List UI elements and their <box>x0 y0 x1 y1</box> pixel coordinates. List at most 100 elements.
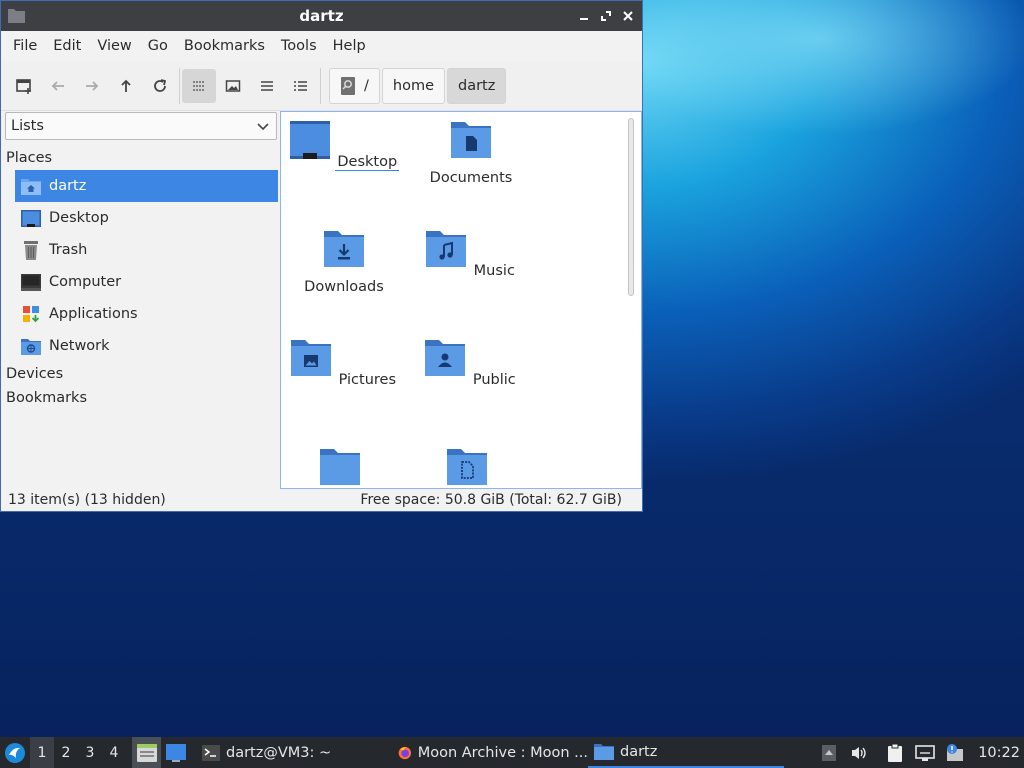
applications-icon <box>20 304 41 325</box>
clock[interactable]: 10:22 <box>970 745 1024 761</box>
sidebar-item-label: Applications <box>49 306 138 322</box>
terminal-icon <box>202 744 220 761</box>
task-firefox[interactable]: Moon Archive : Moon ... <box>392 737 588 768</box>
sidebar-item-label: Desktop <box>49 210 109 226</box>
desktop-switch-1[interactable]: 1 <box>30 737 54 768</box>
updates-button[interactable] <box>940 737 970 768</box>
toolbar-separator <box>179 67 180 104</box>
file-item-templates[interactable] <box>411 447 531 488</box>
folder-view[interactable]: Desktop Documents Downloads Music Pictur… <box>280 111 642 489</box>
menu-file[interactable]: File <box>5 38 45 54</box>
compact-view-button[interactable] <box>250 69 284 103</box>
menu-go[interactable]: Go <box>140 38 176 54</box>
volume-button[interactable] <box>844 737 874 768</box>
path-segment-home[interactable]: home <box>381 67 445 104</box>
menu-edit[interactable]: Edit <box>45 38 89 54</box>
section-bookmarks[interactable]: Bookmarks <box>5 386 278 410</box>
reload-button[interactable] <box>143 69 177 103</box>
system-tray: 10:22 <box>814 737 1024 768</box>
path-bar: / home dartz <box>329 67 507 104</box>
vertical-scrollbar[interactable] <box>628 118 634 296</box>
side-pane-mode-label: Lists <box>11 118 44 134</box>
desktop-switch-3[interactable]: 3 <box>78 737 102 768</box>
sidebar-item-network[interactable]: Network <box>15 330 278 362</box>
file-item-downloads[interactable]: Downloads <box>284 229 404 295</box>
title-bar[interactable]: dartz <box>1 1 642 31</box>
file-manager-icon <box>136 743 157 762</box>
task-file-manager[interactable]: dartz <box>588 737 784 768</box>
file-item-pictures[interactable]: Pictures <box>284 338 404 388</box>
home-folder-icon <box>20 176 41 197</box>
file-item-label: Public <box>472 372 516 388</box>
task-label: dartz <box>620 743 658 760</box>
music-folder-icon <box>426 231 467 267</box>
path-segment-dartz[interactable]: dartz <box>447 67 507 104</box>
menu-help[interactable]: Help <box>325 38 374 54</box>
volume-icon <box>852 746 866 759</box>
documents-folder-icon <box>451 122 491 158</box>
menu-tools[interactable]: Tools <box>273 38 325 54</box>
file-manager-launcher[interactable] <box>132 737 161 768</box>
window-title: dartz <box>299 7 344 25</box>
icon-view-button[interactable] <box>182 68 216 103</box>
file-item-label: Pictures <box>338 372 397 388</box>
file-item-label: Documents <box>429 170 513 186</box>
network-status-button[interactable] <box>910 737 940 768</box>
file-item-public[interactable]: Public <box>411 338 531 388</box>
menu-bookmarks[interactable]: Bookmarks <box>176 38 273 54</box>
path-root-button[interactable]: / <box>329 67 380 104</box>
reload-icon <box>154 78 167 92</box>
menu-bar: File Edit View Go Bookmarks Tools Help <box>1 31 642 61</box>
desktop-switch-4[interactable]: 4 <box>102 737 126 768</box>
desktop-folder-icon <box>289 121 330 159</box>
section-places[interactable]: Places <box>5 146 278 170</box>
sidebar-item-trash[interactable]: Trash <box>15 234 278 266</box>
taskbar: 1 2 3 4 dartz@VM3: ~ Moon Archive : Moon… <box>0 737 1024 768</box>
downloads-folder-icon <box>324 231 364 267</box>
network-icon <box>20 336 41 357</box>
sidebar-item-label: dartz <box>49 178 87 194</box>
show-desktop-launcher[interactable] <box>161 737 190 768</box>
sidebar-item-desktop[interactable]: Desktop <box>15 202 278 234</box>
file-item-desktop[interactable]: Desktop <box>284 120 404 171</box>
maximize-button[interactable] <box>598 7 614 25</box>
file-item-label: Downloads <box>304 279 384 295</box>
file-item-folder[interactable] <box>284 447 404 488</box>
task-terminal[interactable]: dartz@VM3: ~ <box>196 737 392 768</box>
sidebar-item-dartz[interactable]: dartz <box>15 170 278 202</box>
tray-toggle-button[interactable] <box>814 737 844 768</box>
status-bar: 13 item(s) (13 hidden) Free space: 50.8 … <box>1 489 642 511</box>
thumbnail-view-button[interactable] <box>216 69 250 103</box>
up-button[interactable] <box>109 69 143 103</box>
file-item-documents[interactable]: Documents <box>411 120 531 186</box>
clipboard-button[interactable] <box>880 737 910 768</box>
close-button[interactable] <box>620 7 636 25</box>
sidebar-item-computer[interactable]: Computer <box>15 266 278 298</box>
desktop-switch-2[interactable]: 2 <box>54 737 78 768</box>
sidebar-item-applications[interactable]: Applications <box>15 298 278 330</box>
back-button[interactable] <box>41 69 75 103</box>
section-devices[interactable]: Devices <box>5 362 278 386</box>
forward-button[interactable] <box>75 69 109 103</box>
file-item-label: Music <box>473 263 515 279</box>
computer-icon <box>20 272 41 293</box>
sidebar-item-label: Network <box>49 338 110 354</box>
side-pane-mode-select[interactable]: Lists <box>5 112 277 140</box>
folder-icon <box>319 449 360 485</box>
folder-icon <box>8 9 25 23</box>
path-root-label: / <box>364 77 369 94</box>
file-item-label: Desktop <box>335 154 400 171</box>
free-space: Free space: 50.8 GiB (Total: 62.7 GiB) <box>360 492 622 508</box>
start-menu-button[interactable] <box>0 737 30 768</box>
file-item-music[interactable]: Music <box>411 229 531 279</box>
new-tab-icon <box>16 78 31 94</box>
minimize-button[interactable] <box>576 7 592 25</box>
back-arrow-icon <box>51 80 64 91</box>
thumbnail-view-icon <box>225 79 241 92</box>
menu-view[interactable]: View <box>89 38 139 54</box>
chevron-down-icon <box>257 123 269 131</box>
pictures-folder-icon <box>290 340 331 376</box>
new-tab-button[interactable] <box>7 69 41 103</box>
icon-view-icon <box>193 80 204 91</box>
detailed-list-view-button[interactable] <box>284 69 318 103</box>
